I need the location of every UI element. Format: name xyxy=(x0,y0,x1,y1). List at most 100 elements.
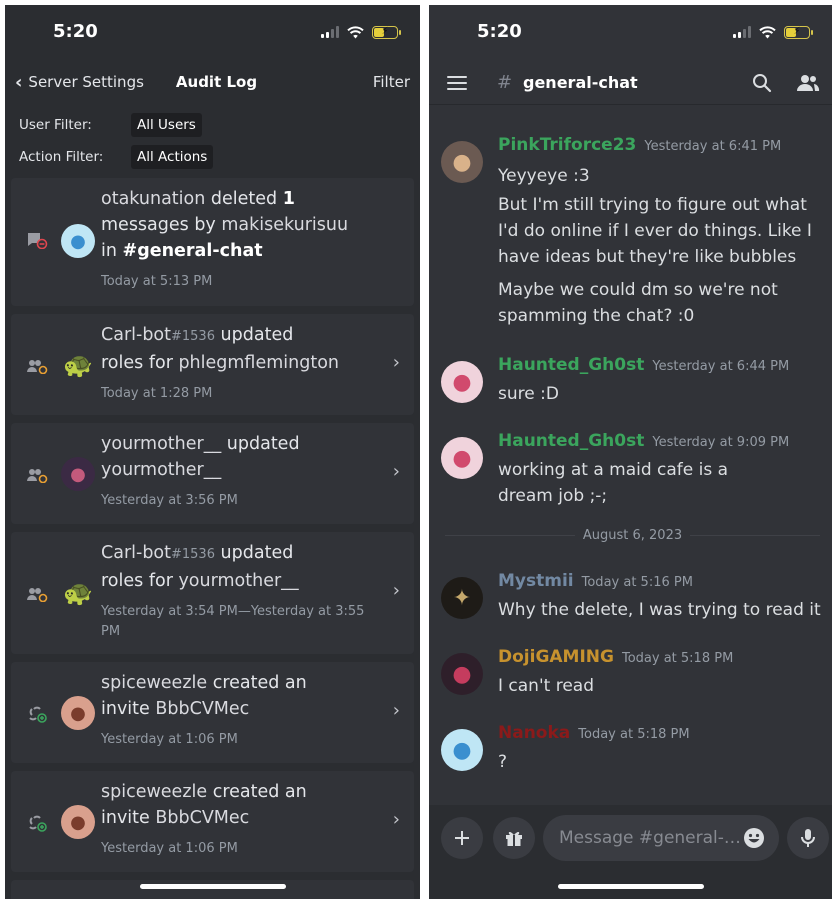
message-input-placeholder: Message #general-… xyxy=(559,828,741,848)
entry-time: Today at 1:28 PM xyxy=(101,386,213,401)
avatar: 🐢 xyxy=(63,351,93,379)
home-indicator[interactable] xyxy=(139,884,286,889)
gift-icon xyxy=(506,831,522,846)
wifi-icon xyxy=(347,25,364,38)
voice-message-button[interactable] xyxy=(787,817,829,859)
avatar: ● xyxy=(441,361,483,403)
chevron-right-icon: › xyxy=(392,700,400,721)
members-icon[interactable] xyxy=(796,73,820,93)
message-author[interactable]: DojiGAMING xyxy=(498,647,614,667)
message-text: Yeyyeye :3 xyxy=(498,166,590,186)
date-divider: August 6, 2023 xyxy=(445,525,820,545)
audit-log-entry[interactable]: ● spiceweezle created an invite BbbCVMec… xyxy=(11,662,414,763)
entry-time: Yesterday at 3:54 PM—Yesterday at 3:55 P… xyxy=(101,604,365,639)
battery-icon: ⚡ xyxy=(784,25,813,39)
invite-link-icon xyxy=(25,704,49,724)
add-attachment-button[interactable] xyxy=(441,817,483,859)
emoji-icon[interactable] xyxy=(743,827,765,849)
avatar: ● xyxy=(61,224,95,258)
message-author[interactable]: Haunted_Gh0st xyxy=(498,431,644,451)
message-time: Yesterday at 6:44 PM xyxy=(652,359,790,374)
action-filter-select[interactable]: All Actions xyxy=(131,145,214,169)
message-author[interactable]: PinkTriforce23 xyxy=(498,135,636,155)
message-author[interactable]: Mystmii xyxy=(498,571,574,591)
avatar: ✦ xyxy=(441,577,483,619)
avatar: ● xyxy=(441,653,483,695)
message-delete-icon xyxy=(25,230,49,250)
avatar: ● xyxy=(441,729,483,771)
avatar: ● xyxy=(61,457,95,491)
microphone-icon xyxy=(801,829,815,847)
message-text: Maybe we could dm so we're not spamming … xyxy=(498,280,778,326)
gift-button[interactable] xyxy=(493,817,535,859)
hamburger-icon[interactable] xyxy=(447,75,467,90)
wifi-icon xyxy=(759,25,776,38)
channel-hash-icon: # xyxy=(497,72,513,93)
audit-log-entry[interactable]: ● yourmother__ updated yourmother__ Yest… xyxy=(11,423,414,524)
message-text: sure :D xyxy=(498,384,559,404)
audit-log-header: ‹ Server Settings Audit Log Filter xyxy=(5,61,420,103)
battery-icon: ⚡ xyxy=(372,25,401,39)
chevron-right-icon: › xyxy=(392,809,400,830)
message[interactable]: ● Haunted_Gh0st Yesterday at 9:09 PM wor… xyxy=(429,431,832,511)
filter-panel: User Filter: All Users Action Filter: Al… xyxy=(19,109,420,173)
avatar: ● xyxy=(441,141,483,183)
entry-time: Yesterday at 3:56 PM xyxy=(101,493,238,508)
entry-time: Yesterday at 1:06 PM xyxy=(101,841,238,856)
page-title: Audit Log xyxy=(175,73,258,91)
plus-icon xyxy=(455,831,469,845)
user-filter-select[interactable]: All Users xyxy=(131,113,202,137)
audit-log-entry[interactable]: 🐢 Carl-bot#1536 updated roles for phlegm… xyxy=(11,314,414,415)
message[interactable]: ● Nanoka Today at 5:18 PM ? xyxy=(429,723,832,783)
message[interactable]: ● Haunted_Gh0st Yesterday at 6:44 PM sur… xyxy=(429,355,832,415)
chevron-right-icon: › xyxy=(392,580,400,601)
message-text: working at a maid cafe is a dream job ;-… xyxy=(498,460,729,506)
message-time: Yesterday at 9:09 PM xyxy=(652,435,790,450)
cell-signal-icon xyxy=(321,26,339,38)
message[interactable]: ✦ Mystmii Today at 5:16 PM Why the delet… xyxy=(429,571,832,631)
message-time: Yesterday at 6:41 PM xyxy=(644,139,782,154)
audit-log-entry[interactable] xyxy=(11,880,414,899)
audit-log-screen: 5:20 ⚡ ‹ Server Settings Audit Log Filte… xyxy=(5,5,420,899)
role-update-icon xyxy=(25,465,49,485)
invite-link-icon xyxy=(25,813,49,833)
audit-log-entry[interactable]: ● otakunation deleted 1 messages by maki… xyxy=(11,178,414,306)
audit-log-entry[interactable]: 🐢 Carl-bot#1536 updated roles for yourmo… xyxy=(11,532,414,654)
entry-time: Yesterday at 1:06 PM xyxy=(101,732,238,747)
chevron-right-icon: › xyxy=(392,461,400,482)
audit-log-entry[interactable]: ● spiceweezle created an invite BbbCVMec… xyxy=(11,771,414,872)
message-text: But I'm still trying to figure out what … xyxy=(498,195,812,267)
status-time: 5:20 xyxy=(53,21,98,42)
message-author[interactable]: Haunted_Gh0st xyxy=(498,355,644,375)
avatar: 🐢 xyxy=(63,579,93,607)
chat-screen: 5:20 ⚡ # general-chat ● PinkTriforce23 Y… xyxy=(429,5,832,899)
status-time: 5:20 xyxy=(477,21,522,42)
avatar: ● xyxy=(441,437,483,479)
channel-name: general-chat xyxy=(523,73,638,92)
avatar: ● xyxy=(61,696,95,730)
message-time: Today at 5:18 PM xyxy=(621,651,734,666)
channel-header: # general-chat xyxy=(429,61,832,105)
message-time: Today at 5:18 PM xyxy=(578,727,690,742)
message[interactable]: ● PinkTriforce23 Yesterday at 6:41 PM Ye… xyxy=(429,135,832,335)
action-filter-label: Action Filter: xyxy=(19,149,104,165)
status-bar: 5:20 ⚡ xyxy=(5,5,420,61)
chevron-right-icon: › xyxy=(392,352,400,373)
avatar: ● xyxy=(61,805,95,839)
search-icon[interactable] xyxy=(752,73,772,93)
message-text: Why the delete, I was trying to read it xyxy=(498,600,821,620)
home-indicator[interactable] xyxy=(557,884,704,889)
user-filter-label: User Filter: xyxy=(19,117,92,133)
message-time: Today at 5:16 PM xyxy=(581,575,693,590)
cell-signal-icon xyxy=(733,26,751,38)
status-bar: 5:20 ⚡ xyxy=(429,5,832,61)
role-update-icon xyxy=(25,584,49,604)
audit-log-list: ● otakunation deleted 1 messages by maki… xyxy=(11,178,414,899)
message-author[interactable]: Nanoka xyxy=(498,723,570,743)
message-text: I can't read xyxy=(498,676,594,696)
message[interactable]: ● DojiGAMING Today at 5:18 PM I can't re… xyxy=(429,647,832,707)
message-input[interactable]: Message #general-… xyxy=(543,815,779,861)
entry-time: Today at 5:13 PM xyxy=(101,274,213,289)
filter-button[interactable]: Filter xyxy=(373,73,410,91)
role-update-icon xyxy=(25,356,49,376)
